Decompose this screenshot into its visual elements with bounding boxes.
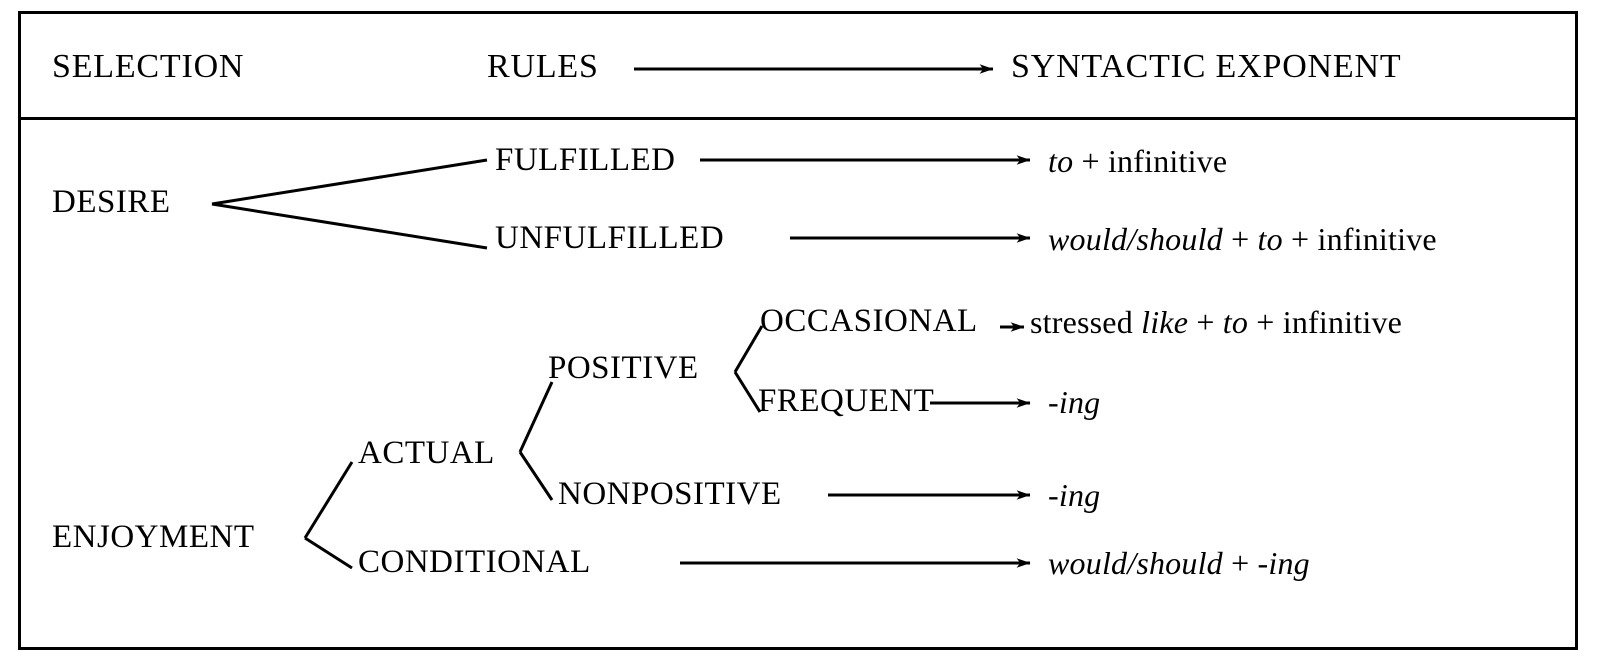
exponent-to-infinitive: to + infinitive [1048, 143, 1228, 179]
exponent-ing-nonpositive: -ing [1048, 477, 1101, 513]
rule-frequent: FREQUENT [758, 383, 935, 419]
rule-actual: ACTUAL [358, 435, 495, 471]
rule-positive: POSITIVE [548, 350, 699, 386]
rule-conditional: CONDITIONAL [358, 544, 591, 580]
rule-occasional: OCCASIONAL [760, 303, 978, 339]
exponent-would-should-ing: would/should + -ing [1048, 545, 1310, 581]
figure-canvas: SELECTION RULES SYNTACTIC EXPONENT DESIR… [0, 0, 1600, 666]
header-row-divider [18, 117, 1578, 120]
selection-enjoyment: ENJOYMENT [52, 519, 255, 555]
rule-fulfilled: FULFILLED [495, 142, 676, 178]
exponent-would-should-to-infinitive: would/should + to + infinitive [1048, 221, 1437, 257]
rule-unfulfilled: UNFULFILLED [495, 220, 725, 256]
header-rules: RULES [487, 48, 599, 85]
header-syntactic-exponent: SYNTACTIC EXPONENT [1011, 48, 1402, 85]
rule-nonpositive: NONPOSITIVE [558, 476, 782, 512]
exponent-ing-frequent: -ing [1048, 384, 1101, 420]
selection-desire: DESIRE [52, 184, 171, 220]
header-selection: SELECTION [52, 48, 245, 85]
exponent-stressed-like-to-infinitive: stressed like + to + infinitive [1030, 304, 1403, 340]
